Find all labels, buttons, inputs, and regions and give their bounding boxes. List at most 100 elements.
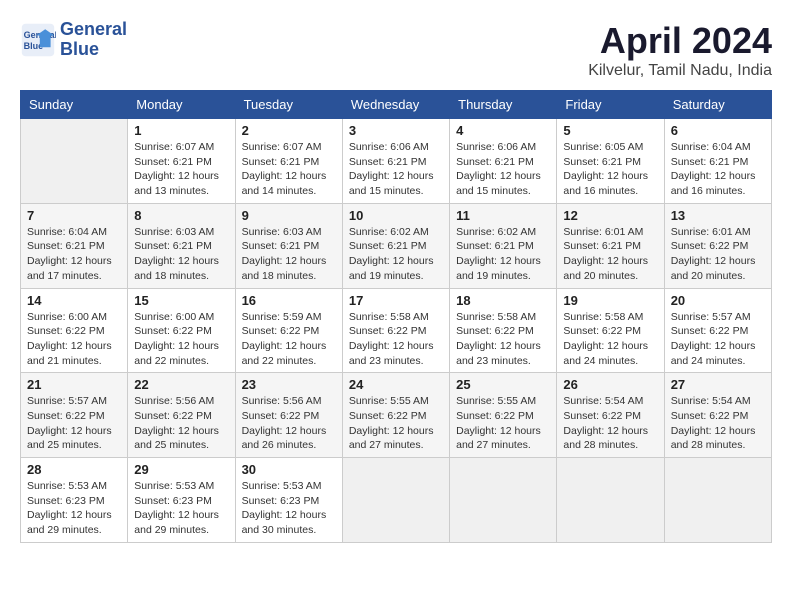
- day-info: Sunrise: 6:02 AM Sunset: 6:21 PM Dayligh…: [456, 225, 550, 284]
- day-info: Sunrise: 6:04 AM Sunset: 6:21 PM Dayligh…: [27, 225, 121, 284]
- day-info: Sunrise: 6:00 AM Sunset: 6:22 PM Dayligh…: [134, 310, 228, 369]
- day-info: Sunrise: 6:03 AM Sunset: 6:21 PM Dayligh…: [134, 225, 228, 284]
- day-header: Tuesday: [235, 91, 342, 119]
- calendar-day-cell: 9 Sunrise: 6:03 AM Sunset: 6:21 PM Daylig…: [235, 203, 342, 288]
- day-number: 3: [349, 123, 443, 138]
- calendar-day-cell: [664, 458, 771, 543]
- calendar-day-cell: 2 Sunrise: 6:07 AM Sunset: 6:21 PM Daylig…: [235, 119, 342, 204]
- day-number: 2: [242, 123, 336, 138]
- calendar-header-row: SundayMondayTuesdayWednesdayThursdayFrid…: [21, 91, 772, 119]
- calendar-week-row: 21 Sunrise: 5:57 AM Sunset: 6:22 PM Dayli…: [21, 373, 772, 458]
- day-info: Sunrise: 5:54 AM Sunset: 6:22 PM Dayligh…: [563, 394, 657, 453]
- calendar-body: 1 Sunrise: 6:07 AM Sunset: 6:21 PM Daylig…: [21, 119, 772, 543]
- day-header: Thursday: [450, 91, 557, 119]
- calendar-day-cell: 4 Sunrise: 6:06 AM Sunset: 6:21 PM Daylig…: [450, 119, 557, 204]
- day-info: Sunrise: 5:54 AM Sunset: 6:22 PM Dayligh…: [671, 394, 765, 453]
- day-number: 17: [349, 293, 443, 308]
- calendar-day-cell: 5 Sunrise: 6:05 AM Sunset: 6:21 PM Daylig…: [557, 119, 664, 204]
- calendar-day-cell: 21 Sunrise: 5:57 AM Sunset: 6:22 PM Dayli…: [21, 373, 128, 458]
- calendar-day-cell: 22 Sunrise: 5:56 AM Sunset: 6:22 PM Dayli…: [128, 373, 235, 458]
- day-number: 6: [671, 123, 765, 138]
- day-number: 22: [134, 377, 228, 392]
- calendar-day-cell: 20Sunrise: 5:57 AM Sunset: 6:22 PM Dayli…: [664, 288, 771, 373]
- location: Kilvelur, Tamil Nadu, India: [588, 62, 772, 80]
- day-header: Sunday: [21, 91, 128, 119]
- day-info: Sunrise: 5:55 AM Sunset: 6:22 PM Dayligh…: [456, 394, 550, 453]
- day-info: Sunrise: 6:06 AM Sunset: 6:21 PM Dayligh…: [349, 140, 443, 199]
- calendar-day-cell: [450, 458, 557, 543]
- day-number: 5: [563, 123, 657, 138]
- logo: General Blue General Blue: [20, 20, 127, 60]
- calendar-day-cell: 15 Sunrise: 6:00 AM Sunset: 6:22 PM Dayli…: [128, 288, 235, 373]
- calendar-day-cell: 1 Sunrise: 6:07 AM Sunset: 6:21 PM Daylig…: [128, 119, 235, 204]
- day-info: Sunrise: 5:58 AM Sunset: 6:22 PM Dayligh…: [349, 310, 443, 369]
- day-number: 8: [134, 208, 228, 223]
- day-number: 28: [27, 462, 121, 477]
- month-title: April 2024: [588, 20, 772, 62]
- day-info: Sunrise: 5:56 AM Sunset: 6:22 PM Dayligh…: [242, 394, 336, 453]
- calendar-day-cell: 7 Sunrise: 6:04 AM Sunset: 6:21 PM Daylig…: [21, 203, 128, 288]
- day-number: 19: [563, 293, 657, 308]
- calendar-day-cell: 3 Sunrise: 6:06 AM Sunset: 6:21 PM Daylig…: [342, 119, 449, 204]
- day-header: Monday: [128, 91, 235, 119]
- day-info: Sunrise: 5:55 AM Sunset: 6:22 PM Dayligh…: [349, 394, 443, 453]
- day-info: Sunrise: 5:57 AM Sunset: 6:22 PM Dayligh…: [27, 394, 121, 453]
- day-header: Saturday: [664, 91, 771, 119]
- calendar-day-cell: 18 Sunrise: 5:58 AM Sunset: 6:22 PM Dayli…: [450, 288, 557, 373]
- calendar-day-cell: 13Sunrise: 6:01 AM Sunset: 6:22 PM Dayli…: [664, 203, 771, 288]
- title-area: April 2024 Kilvelur, Tamil Nadu, India: [588, 20, 772, 80]
- logo-icon: General Blue: [20, 22, 56, 58]
- calendar-day-cell: 12 Sunrise: 6:01 AM Sunset: 6:21 PM Dayli…: [557, 203, 664, 288]
- calendar-day-cell: [21, 119, 128, 204]
- calendar-week-row: 14 Sunrise: 6:00 AM Sunset: 6:22 PM Dayli…: [21, 288, 772, 373]
- day-number: 15: [134, 293, 228, 308]
- calendar-day-cell: [342, 458, 449, 543]
- day-number: 4: [456, 123, 550, 138]
- day-number: 29: [134, 462, 228, 477]
- day-number: 7: [27, 208, 121, 223]
- day-number: 12: [563, 208, 657, 223]
- day-info: Sunrise: 5:53 AM Sunset: 6:23 PM Dayligh…: [134, 479, 228, 538]
- day-number: 25: [456, 377, 550, 392]
- calendar-day-cell: 24 Sunrise: 5:55 AM Sunset: 6:22 PM Dayli…: [342, 373, 449, 458]
- day-info: Sunrise: 6:01 AM Sunset: 6:21 PM Dayligh…: [563, 225, 657, 284]
- day-header: Friday: [557, 91, 664, 119]
- day-info: Sunrise: 5:53 AM Sunset: 6:23 PM Dayligh…: [242, 479, 336, 538]
- day-number: 13: [671, 208, 765, 223]
- day-info: Sunrise: 6:03 AM Sunset: 6:21 PM Dayligh…: [242, 225, 336, 284]
- calendar-day-cell: 23 Sunrise: 5:56 AM Sunset: 6:22 PM Dayli…: [235, 373, 342, 458]
- calendar-day-cell: 27 Sunrise: 5:54 AM Sunset: 6:22 PM Dayli…: [664, 373, 771, 458]
- day-number: 24: [349, 377, 443, 392]
- day-info: Sunrise: 6:07 AM Sunset: 6:21 PM Dayligh…: [242, 140, 336, 199]
- calendar-day-cell: 10Sunrise: 6:02 AM Sunset: 6:21 PM Dayli…: [342, 203, 449, 288]
- calendar-week-row: 28 Sunrise: 5:53 AM Sunset: 6:23 PM Dayli…: [21, 458, 772, 543]
- calendar-day-cell: 14 Sunrise: 6:00 AM Sunset: 6:22 PM Dayli…: [21, 288, 128, 373]
- day-header: Wednesday: [342, 91, 449, 119]
- day-info: Sunrise: 5:59 AM Sunset: 6:22 PM Dayligh…: [242, 310, 336, 369]
- day-number: 18: [456, 293, 550, 308]
- calendar-day-cell: 16 Sunrise: 5:59 AM Sunset: 6:22 PM Dayli…: [235, 288, 342, 373]
- day-info: Sunrise: 6:02 AM Sunset: 6:21 PM Dayligh…: [349, 225, 443, 284]
- day-number: 1: [134, 123, 228, 138]
- header: General Blue General Blue April 2024 Kil…: [20, 20, 772, 80]
- day-info: Sunrise: 5:58 AM Sunset: 6:22 PM Dayligh…: [456, 310, 550, 369]
- day-info: Sunrise: 6:00 AM Sunset: 6:22 PM Dayligh…: [27, 310, 121, 369]
- calendar-week-row: 7 Sunrise: 6:04 AM Sunset: 6:21 PM Daylig…: [21, 203, 772, 288]
- day-number: 11: [456, 208, 550, 223]
- day-number: 27: [671, 377, 765, 392]
- day-number: 23: [242, 377, 336, 392]
- day-info: Sunrise: 6:07 AM Sunset: 6:21 PM Dayligh…: [134, 140, 228, 199]
- day-number: 14: [27, 293, 121, 308]
- day-number: 9: [242, 208, 336, 223]
- calendar-table: SundayMondayTuesdayWednesdayThursdayFrid…: [20, 90, 772, 543]
- calendar-day-cell: [557, 458, 664, 543]
- calendar-day-cell: 8 Sunrise: 6:03 AM Sunset: 6:21 PM Daylig…: [128, 203, 235, 288]
- day-info: Sunrise: 6:05 AM Sunset: 6:21 PM Dayligh…: [563, 140, 657, 199]
- calendar-day-cell: 29 Sunrise: 5:53 AM Sunset: 6:23 PM Dayli…: [128, 458, 235, 543]
- day-number: 16: [242, 293, 336, 308]
- calendar-week-row: 1 Sunrise: 6:07 AM Sunset: 6:21 PM Daylig…: [21, 119, 772, 204]
- calendar-day-cell: 6Sunrise: 6:04 AM Sunset: 6:21 PM Daylig…: [664, 119, 771, 204]
- day-info: Sunrise: 5:56 AM Sunset: 6:22 PM Dayligh…: [134, 394, 228, 453]
- day-number: 21: [27, 377, 121, 392]
- day-info: Sunrise: 6:06 AM Sunset: 6:21 PM Dayligh…: [456, 140, 550, 199]
